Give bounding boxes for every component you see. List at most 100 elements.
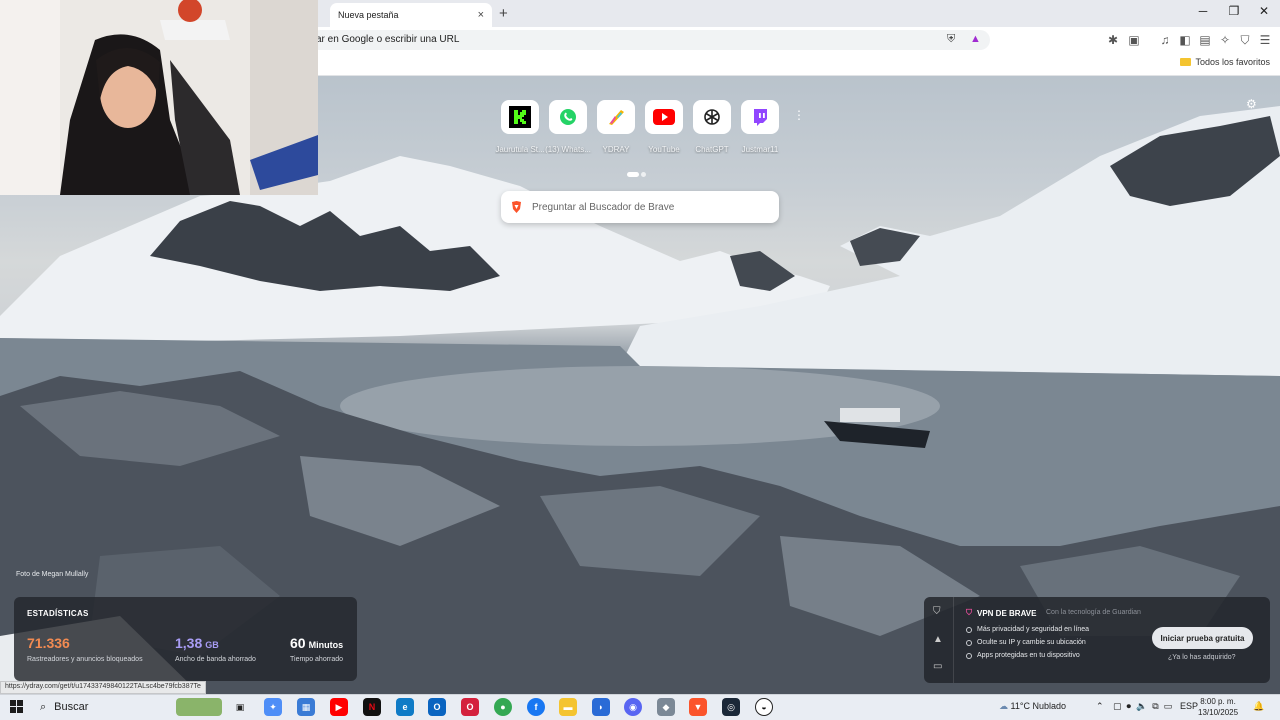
vpn-tab-icon[interactable]: ⛉: [933, 606, 941, 617]
vpn-feature-text: Apps protegidas en tu dispositivo: [977, 652, 1080, 659]
task-view-icon[interactable]: ▣: [231, 698, 249, 716]
reading-list-icon[interactable]: ▣: [1126, 33, 1142, 47]
cards-tab-icon[interactable]: ▭: [933, 661, 942, 672]
top-site-label: Justmar11: [741, 145, 779, 154]
top-site-kick[interactable]: Jaurutula St...: [495, 100, 545, 154]
vpn-widget: ⛉ ▲ ▭ ⛉ VPN DE BRAVE Con la tecnología d…: [924, 597, 1270, 683]
store-icon[interactable]: ▦: [297, 698, 315, 716]
ydray-icon: [597, 100, 635, 134]
tab-new-tab[interactable]: Nueva pestaña ×: [330, 3, 492, 27]
already-purchased-link[interactable]: ¿Ya lo has adquirido?: [1168, 654, 1236, 661]
trackers-value: 71.336: [27, 635, 70, 651]
search-highlight-icon[interactable]: [176, 698, 222, 716]
pager-dot-active[interactable]: [627, 172, 639, 177]
status-bar-url: https://ydray.com/get/t/u17433749840122T…: [0, 681, 206, 694]
close-window-button[interactable]: ✕: [1249, 4, 1279, 18]
clock-time: 8:00 p. m.: [1200, 697, 1236, 706]
webcam-overlay: [0, 0, 318, 195]
circle-app-icon[interactable]: ◒: [755, 698, 773, 716]
top-site-twitch[interactable]: Justmar11: [735, 100, 785, 154]
chatgpt-icon: [693, 100, 731, 134]
top-site-youtube[interactable]: YouTube: [639, 100, 689, 154]
rewards-tab-icon[interactable]: ▲: [933, 634, 943, 645]
top-site-ydray[interactable]: YDRAY: [591, 100, 641, 154]
all-bookmarks-folder[interactable]: Todos los favoritos: [1180, 57, 1270, 67]
bookmarks-folder-label: Todos los favoritos: [1195, 57, 1270, 67]
photo-credit[interactable]: Foto de Megan Mullally: [16, 571, 88, 578]
edge-icon[interactable]: e: [396, 698, 414, 716]
tray-chevron-icon[interactable]: ⌃: [1096, 701, 1104, 712]
game-app-icon[interactable]: ◆: [657, 698, 675, 716]
vpn-feature-text: Oculte su IP y cambie su ubicación: [977, 639, 1086, 646]
facebook-icon[interactable]: f: [527, 698, 545, 716]
kick-icon: [501, 100, 539, 134]
leo-ai-icon[interactable]: ✧: [1217, 33, 1233, 47]
file-explorer-icon[interactable]: ▬: [559, 698, 577, 716]
opera-icon[interactable]: O: [461, 698, 479, 716]
top-site-label: YouTube: [648, 145, 680, 154]
notification-bell-icon[interactable]: 🔔: [1253, 701, 1264, 712]
start-trial-button[interactable]: Iniciar prueba gratuita: [1152, 627, 1253, 649]
vpn-feature-text: Más privacidad y seguridad en línea: [977, 626, 1090, 633]
pager-dot[interactable]: [641, 172, 646, 177]
top-site-whatsapp[interactable]: (13) Whats...: [543, 100, 593, 154]
brave-search-box[interactable]: Preguntar al Buscador de Brave: [501, 191, 779, 223]
vpn-icon[interactable]: ⛉: [1237, 33, 1253, 48]
top-site-chatgpt[interactable]: ChatGPT: [687, 100, 737, 154]
brave-shields-icon[interactable]: ⛨: [947, 33, 955, 46]
trackers-label: Rastreadores y anuncios bloqueados: [27, 656, 143, 663]
stats-widget: ESTADÍSTICAS 71.336 Rastreadores y anunc…: [14, 597, 357, 681]
menu-icon[interactable]: ☰: [1257, 33, 1273, 47]
extensions-icon[interactable]: ✱: [1105, 33, 1121, 47]
whatsapp-icon: [549, 100, 587, 134]
language-indicator[interactable]: ESP: [1180, 701, 1198, 711]
app-blue-icon[interactable]: ◗: [592, 698, 610, 716]
check-icon: [966, 626, 972, 633]
sidebar-icon[interactable]: ◧: [1177, 33, 1193, 47]
discord-icon[interactable]: ◉: [624, 698, 642, 716]
brave-rewards-icon[interactable]: ▲: [970, 33, 981, 45]
music-icon[interactable]: ♫: [1157, 33, 1173, 47]
wallet-icon[interactable]: ▤: [1197, 33, 1213, 47]
search-placeholder: Preguntar al Buscador de Brave: [532, 201, 675, 213]
vpn-feature: Apps protegidas en tu dispositivo: [966, 652, 1080, 659]
stat-bandwidth: 1,38 GB Ancho de banda ahorrado: [175, 635, 256, 663]
top-sites-more-icon[interactable]: ⋮: [793, 108, 805, 122]
customize-gear-icon[interactable]: ⚙: [1246, 97, 1257, 111]
new-tab-button[interactable]: +: [499, 5, 508, 22]
weather-text: 11°C Nublado: [1010, 701, 1066, 711]
top-site-label: (13) Whats...: [545, 145, 591, 154]
youtube-icon: [645, 100, 683, 134]
minimize-button[interactable]: ─: [1188, 4, 1218, 18]
youtube-taskbar-icon[interactable]: ▶: [330, 698, 348, 716]
check-icon: [966, 652, 972, 659]
bandwidth-unit: GB: [205, 640, 219, 650]
steam-icon[interactable]: ◎: [722, 698, 740, 716]
tab-close-icon[interactable]: ×: [478, 9, 484, 21]
vpn-title-text: VPN DE BRAVE: [977, 608, 1037, 618]
taskbar-clock[interactable]: 8:00 p. m. 13/10/2025: [1198, 696, 1238, 718]
tab-title: Nueva pestaña: [338, 10, 399, 20]
twitch-icon: [741, 100, 779, 134]
copilot-icon[interactable]: ✦: [264, 698, 282, 716]
restore-button[interactable]: ❐: [1219, 4, 1249, 18]
chrome-icon[interactable]: ●: [494, 698, 512, 716]
clock-date: 13/10/2025: [1198, 708, 1239, 717]
vpn-powered-by: Con la tecnología de Guardian: [1046, 609, 1141, 616]
cloud-icon: ☁: [999, 701, 1008, 711]
bandwidth-value: 1,38: [175, 635, 203, 651]
address-text: ar en Google o escribir una URL: [316, 34, 460, 45]
weather-widget[interactable]: ☁ 11°C Nublado: [999, 701, 1066, 712]
brave-taskbar-icon[interactable]: ▼: [689, 698, 707, 716]
time-unit: Minutos: [308, 640, 344, 650]
vpn-feature: Más privacidad y seguridad en línea: [966, 626, 1089, 633]
folder-icon: [1180, 58, 1192, 66]
check-icon: [966, 639, 972, 646]
netflix-icon[interactable]: N: [363, 698, 381, 716]
windows-start-icon[interactable]: [10, 700, 23, 718]
top-sites-pager[interactable]: [627, 164, 648, 182]
time-value: 60: [290, 635, 306, 651]
tray-icons[interactable]: ▢ ⏺ 🔈 ⧉ ▭: [1113, 701, 1172, 712]
vpn-title: ⛉ VPN DE BRAVE: [966, 608, 1036, 618]
outlook-icon[interactable]: O: [428, 698, 446, 716]
